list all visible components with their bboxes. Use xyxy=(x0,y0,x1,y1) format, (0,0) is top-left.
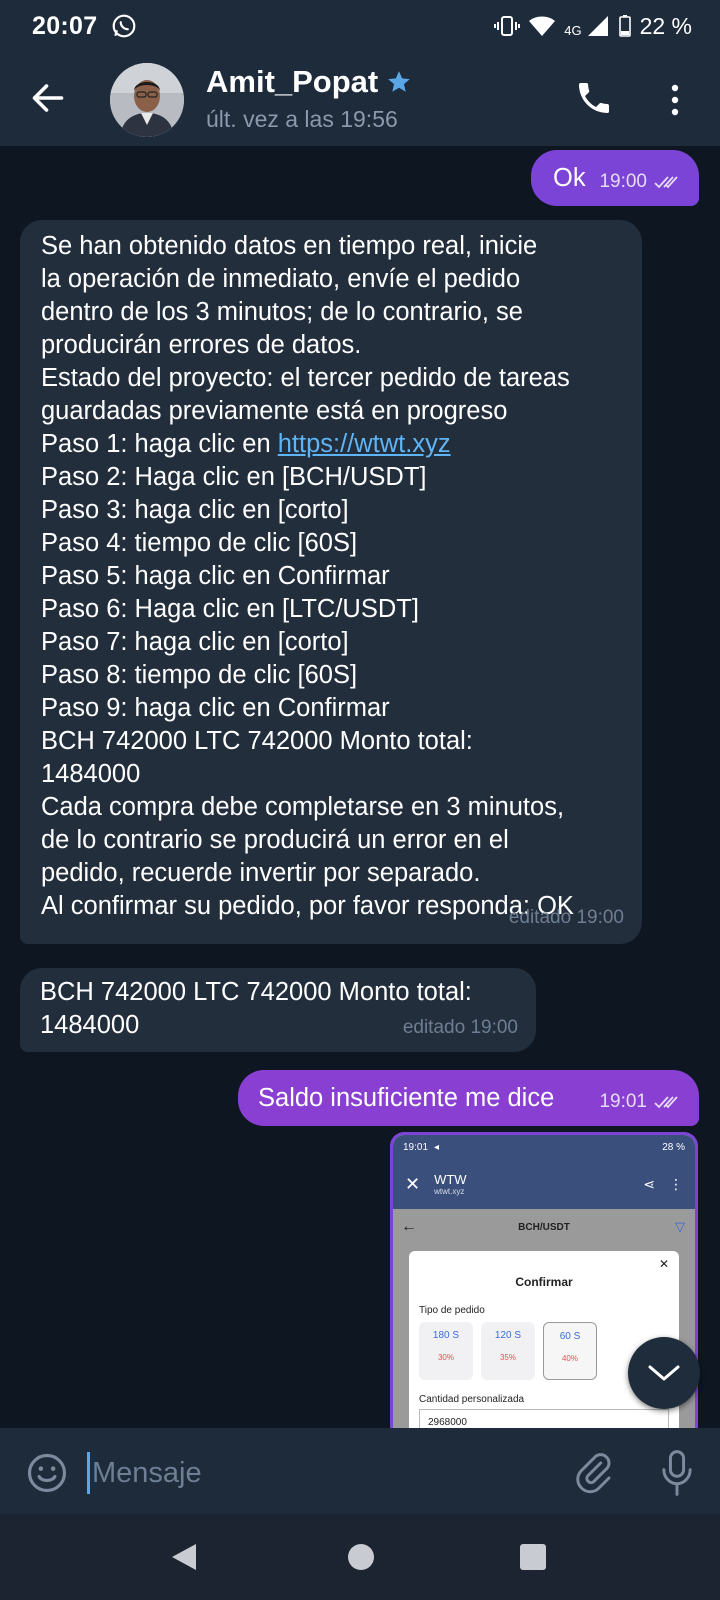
preview-option-percent: 30% xyxy=(437,1353,454,1362)
message-line: pedido, recuerde invertir por separado. xyxy=(41,859,481,887)
message-line: dentro de los 3 minutos; de lo contrario… xyxy=(41,298,523,326)
message-link[interactable]: https://wtwt.xyz xyxy=(278,430,451,458)
double-check-icon xyxy=(654,175,678,188)
preview-option-percent: 35% xyxy=(499,1353,516,1362)
preview-order-type-label: Tipo de pedido xyxy=(419,1305,485,1316)
nav-recents-icon[interactable] xyxy=(520,1544,546,1570)
preview-browser-bar: ✕ WTW wtwt.xyz ⋖ ⋮ xyxy=(393,1159,695,1209)
message-line: Estado del proyecto: el tercer pedido de… xyxy=(41,364,570,392)
message-input[interactable] xyxy=(92,1452,532,1494)
chevron-down-icon xyxy=(648,1365,680,1381)
message-line: BCH 742000 LTC 742000 Monto total: xyxy=(40,978,472,1006)
message-line: producirán errores de datos. xyxy=(41,331,362,359)
message-time: 19:00 xyxy=(599,171,647,192)
preview-option-time: 180 S xyxy=(432,1330,460,1341)
preview-custom-amount-label: Cantidad personalizada xyxy=(419,1394,525,1405)
nav-home-icon[interactable] xyxy=(348,1544,374,1570)
message-line: Paso 9: haga clic en Confirmar xyxy=(41,694,390,722)
vibrate-icon xyxy=(494,16,521,36)
preview-option-time: 120 S xyxy=(494,1330,522,1341)
wifi-icon xyxy=(529,16,556,36)
preview-more-icon: ⋮ xyxy=(669,1175,683,1192)
preview-pair: BCH/USDT xyxy=(518,1221,570,1233)
message-line: Paso 6: Haga clic en [LTC/USDT] xyxy=(41,595,419,623)
message-bubble-outgoing[interactable]: Ok 19:00 xyxy=(531,150,699,206)
preview-status-bar: 19:01 ◂ 28 % xyxy=(393,1135,695,1159)
battery-icon xyxy=(618,15,631,37)
preview-dialog-close-icon: ✕ xyxy=(658,1257,669,1271)
back-arrow-icon[interactable] xyxy=(30,80,66,116)
paperclip-icon[interactable] xyxy=(574,1452,614,1494)
link-prefix: Paso 1: haga clic en xyxy=(41,430,278,458)
battery-percent: 22 % xyxy=(639,12,692,39)
preview-dialog-title: Confirmar xyxy=(515,1275,573,1289)
message-composer xyxy=(0,1428,720,1514)
more-options-icon[interactable] xyxy=(668,82,682,118)
text-cursor xyxy=(87,1452,90,1494)
system-navigation-bar xyxy=(0,1514,720,1600)
message-edited-time: editado 19:00 xyxy=(402,1017,518,1038)
message-bubble-outgoing[interactable]: Saldo insuficiente me dice 19:01 xyxy=(238,1070,699,1126)
message-line: Paso 4: tiempo de clic [60S] xyxy=(41,529,358,557)
preview-battery: 28 % xyxy=(662,1141,685,1153)
chat-area[interactable]: Ok 19:00 Se han obtenido datos en tiempo… xyxy=(0,146,720,1428)
preview-option: 180 S 30% xyxy=(419,1322,473,1380)
message-line: guardadas previamente está en progreso xyxy=(41,397,508,425)
message-line: Paso 3: haga clic en [corto] xyxy=(41,496,349,524)
status-bar: 20:07 4G 22 % xyxy=(0,0,720,52)
status-time: 20:07 xyxy=(32,11,98,40)
contact-name[interactable]: Amit_Popat xyxy=(206,64,378,100)
double-check-icon xyxy=(654,1095,678,1108)
preview-option-time: 60 S xyxy=(559,1331,581,1342)
preview-option-percent: 40% xyxy=(561,1354,578,1363)
preview-site-name: WTW xyxy=(434,1172,467,1187)
message-line: de lo contrario se producirá un error en… xyxy=(41,826,509,854)
emoji-icon[interactable] xyxy=(26,1452,68,1494)
preview-send-icon: ◂ xyxy=(434,1141,440,1153)
whatsapp-icon xyxy=(113,14,136,38)
phone-icon[interactable] xyxy=(574,78,614,118)
last-seen-status: últ. vez a las 19:56 xyxy=(206,106,398,132)
preview-back-icon: ← xyxy=(401,1218,417,1235)
preview-share-icon: ⋖ xyxy=(643,1175,655,1192)
message-line-with-link: Paso 1: haga clic en https://wtwt.xyz xyxy=(41,428,622,461)
message-line: Cada compra debe completarse en 3 minuto… xyxy=(41,793,565,821)
nav-back-icon[interactable] xyxy=(170,1542,198,1572)
message-line: 1484000 xyxy=(41,760,141,788)
network-type: 4G xyxy=(564,22,582,38)
message-time: 19:01 xyxy=(599,1091,647,1112)
message-bubble-incoming[interactable]: Se han obtenido datos en tiempo real, in… xyxy=(20,220,642,944)
microphone-icon[interactable] xyxy=(660,1450,694,1496)
message-line: BCH 742000 LTC 742000 Monto total: xyxy=(41,727,473,755)
message-line: Paso 8: tiempo de clic [60S] xyxy=(41,661,358,689)
message-line: Se han obtenido datos en tiempo real, in… xyxy=(41,232,538,260)
preview-custom-amount: 2968000 xyxy=(419,1409,669,1428)
message-line: Paso 7: haga clic en [corto] xyxy=(41,628,349,656)
chat-header: Amit_Popat últ. vez a las 19:56 xyxy=(0,52,720,146)
preview-filter-icon: ▽ xyxy=(675,1219,685,1234)
preview-option: 120 S 35% xyxy=(481,1322,535,1380)
message-line: Paso 5: haga clic en Confirmar xyxy=(41,562,390,590)
scroll-to-bottom-button[interactable] xyxy=(628,1337,700,1409)
message-edited-time: editado 19:00 xyxy=(508,907,624,928)
signal-icon xyxy=(587,16,608,36)
message-bubble-incoming[interactable]: BCH 742000 LTC 742000 Monto total: 14840… xyxy=(20,968,536,1052)
message-line: Paso 2: Haga clic en [BCH/USDT] xyxy=(41,463,427,491)
message-line: la operación de inmediato, envíe el pedi… xyxy=(41,265,521,293)
avatar[interactable] xyxy=(110,63,184,137)
star-icon xyxy=(388,71,411,92)
preview-close-icon: ✕ xyxy=(405,1173,421,1194)
preview-site-url: wtwt.xyz xyxy=(434,1187,465,1196)
preview-confirm-dialog: ✕ Confirmar Tipo de pedido 180 S 30% 120… xyxy=(409,1251,679,1428)
preview-option-selected: 60 S 40% xyxy=(543,1322,597,1380)
preview-time: 19:01 xyxy=(403,1141,429,1153)
message-text: Saldo insuficiente me dice xyxy=(258,1084,555,1112)
message-text: Ok xyxy=(553,164,586,192)
